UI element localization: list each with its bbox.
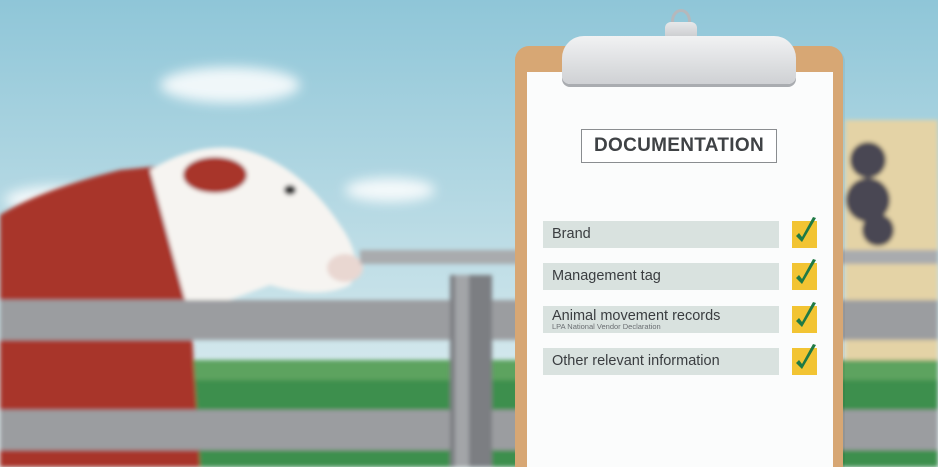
cow-nose <box>327 254 363 282</box>
clipboard-clip <box>562 36 796 84</box>
checklist-item-label: Brand <box>552 226 591 242</box>
checkmark-icon <box>792 344 817 375</box>
checklist-item-management-tag: Management tag <box>543 263 779 290</box>
cloud <box>160 67 300 103</box>
documentation-title: DOCUMENTATION <box>581 129 777 163</box>
checklist-item-animal-movement: Animal movement records LPA National Ven… <box>543 306 779 333</box>
tree <box>850 142 886 178</box>
checkmark-icon <box>792 259 817 290</box>
fence-rail-far <box>360 250 520 264</box>
cow-eye <box>284 185 296 195</box>
checklist-item-other-info: Other relevant information <box>543 348 779 375</box>
cloud <box>345 178 435 202</box>
checkmark-icon <box>792 217 817 248</box>
fence-rail <box>840 410 938 450</box>
checklist-item-label: Other relevant information <box>552 353 720 369</box>
checklist-item-brand: Brand <box>543 221 779 248</box>
checklist-item-label: Management tag <box>552 268 661 284</box>
fence-rail <box>840 300 938 340</box>
fence-rail <box>0 300 520 340</box>
cow-ear <box>183 157 247 193</box>
fence-rail <box>0 410 520 450</box>
checklist-item-label: Animal movement records <box>552 308 721 324</box>
checklist-item-sublabel: LPA National Vendor Declaration <box>552 322 661 331</box>
illustration-scene: DOCUMENTATION Brand Management tag Anima… <box>0 0 938 467</box>
checkmark-icon <box>792 302 817 333</box>
